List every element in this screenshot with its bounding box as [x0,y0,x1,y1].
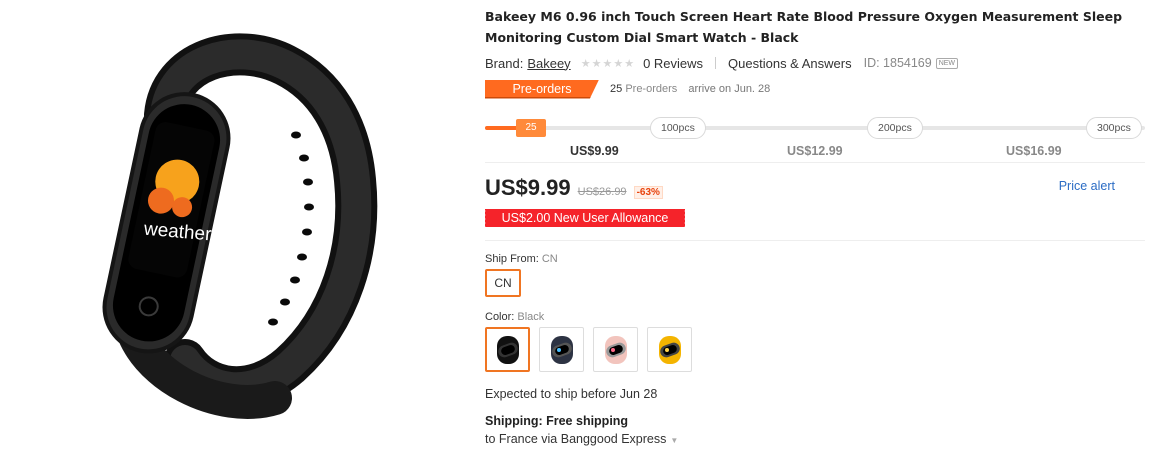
divider [715,57,717,69]
tier-price-1: US$9.99 [570,144,619,158]
star-icon: ★ [624,57,635,70]
tier-pill-300: 300pcs [1086,117,1142,139]
band-black-icon [496,335,519,364]
shipping-label: Shipping: [485,414,543,428]
preorder-tag: Pre-orders [485,79,599,99]
tier-price-3: US$16.99 [1006,144,1062,158]
preorder-tier-progress: 25 100pcs 200pcs 300pcs US$9.99 US$12.99… [485,109,1145,159]
ship-to-selector[interactable]: to France via Banggood Express ▼ [485,432,1145,446]
original-price: US$26.99 [577,186,627,198]
product-info: Bakeey M6 0.96 inch Touch Screen Heart R… [484,0,1145,446]
tier-pill-200: 200pcs [867,117,923,139]
band-pink-icon [604,335,627,364]
tier-price-2: US$12.99 [787,144,843,158]
color-title: Color: [485,311,515,323]
divider [485,162,1145,163]
expected-ship-note: Expected to ship before Jun 28 [485,387,658,401]
progress-track [485,126,1145,130]
shipping-info: Shipping: Free shipping [485,414,1145,428]
product-id: ID: 1854169 [863,56,932,70]
discount-badge: -63% [633,186,663,199]
preorder-count: 25 Pre-orders arrive on Jun. 28 [610,83,770,95]
color-swatch-yellow[interactable] [647,327,692,372]
star-icon: ★ [591,57,602,70]
star-icon: ★ [580,57,591,70]
tier-pill-100: 100pcs [650,117,706,139]
preorder-count-number: 25 [610,83,623,95]
color-swatch-navy[interactable] [539,327,584,372]
smart-band-illustration: weather [102,33,378,419]
brand-link[interactable]: Bakeey [527,56,570,71]
preorder-count-label: Pre-orders [625,83,678,95]
arrive-date: arrive on Jun. 28 [688,83,771,95]
ship-from-label: Ship From: CN [485,253,1145,265]
reviews-link[interactable]: 0 Reviews [643,56,703,71]
color-section: Color: Black [485,311,1145,372]
color-value: Black [517,311,545,323]
color-swatches [485,327,1145,372]
product-title: Bakeey M6 0.96 inch Touch Screen Heart R… [485,9,1123,45]
ship-to-text: to France via Banggood Express [485,432,667,446]
color-swatch-pink[interactable] [593,327,638,372]
brand-label: Brand: [485,55,524,71]
product-image[interactable]: weather [60,20,400,450]
band-yellow-icon [658,335,681,364]
new-user-allowance-coupon[interactable]: US$2.00 New User Allowance [484,209,685,227]
ship-from-value: CN [541,253,558,265]
star-icon: ★ [613,57,624,70]
questions-answers-link[interactable]: Questions & Answers [728,56,852,71]
ship-from-title: Ship From: [485,253,539,265]
price-row: US$9.99 US$26.99 -63% Price alert [485,175,1145,201]
ship-from-section: Ship From: CN CN [485,253,1145,297]
current-qty-badge: 25 [516,119,546,137]
shipping-value: Free shipping [546,414,629,428]
color-label: Color: Black [485,311,1145,323]
product-meta: Brand: Bakeey ★ ★ ★ ★ ★ 0 Reviews Questi… [485,53,1145,73]
rating-stars: ★ ★ ★ ★ ★ [581,57,635,70]
star-icon: ★ [602,57,613,70]
ship-from-option-cn[interactable]: CN [485,269,521,297]
preorder-row: Pre-orders 25 Pre-orders arrive on Jun. … [485,79,1145,99]
divider [485,240,1145,241]
chevron-down-icon: ▼ [670,436,679,445]
price-alert-link[interactable]: Price alert [1059,179,1115,193]
new-badge: NEW [935,57,959,69]
current-price: US$9.99 [485,175,571,200]
color-swatch-black[interactable] [485,327,530,372]
band-navy-icon [550,335,573,364]
